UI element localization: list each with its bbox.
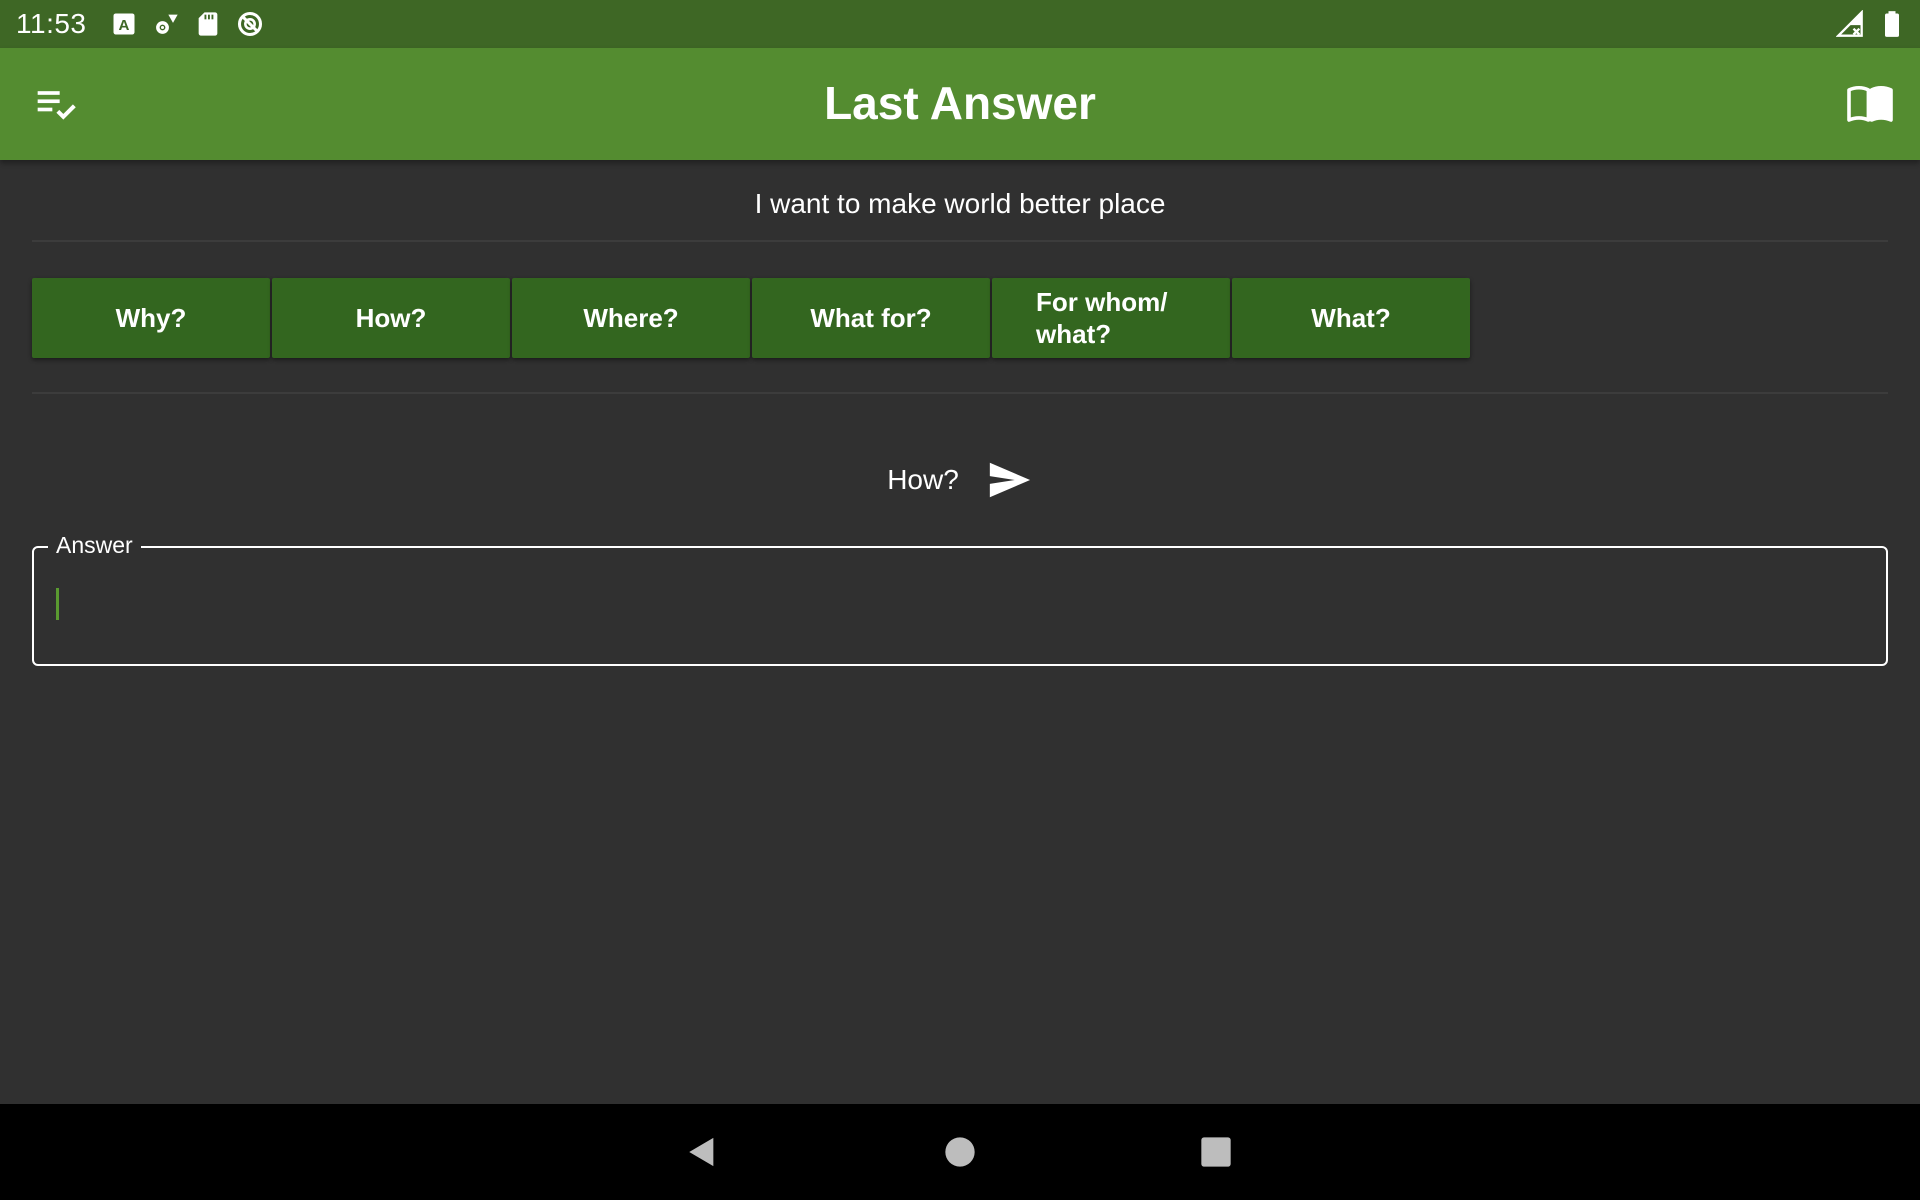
what-for-button[interactable]: What for? bbox=[752, 278, 990, 358]
send-icon bbox=[989, 462, 1030, 498]
text-caret bbox=[56, 588, 59, 620]
recent-apps-button[interactable] bbox=[1192, 1128, 1240, 1176]
why-button-label: Why? bbox=[115, 303, 187, 333]
wifi-settings-icon bbox=[156, 14, 178, 34]
what-for-button-label: What for? bbox=[810, 303, 932, 333]
for-whom-button[interactable]: For whom/ what? bbox=[992, 278, 1230, 358]
statement-text: I want to make world better place bbox=[754, 188, 1166, 219]
why-button[interactable]: Why? bbox=[32, 278, 270, 358]
divider bbox=[32, 392, 1888, 394]
status-time: 11:53 bbox=[16, 8, 87, 39]
home-button[interactable] bbox=[936, 1128, 984, 1176]
for-whom-button-label: For whom/ what? bbox=[1036, 287, 1168, 349]
book-open-icon bbox=[1847, 85, 1893, 122]
home-icon bbox=[945, 1137, 975, 1167]
back-button[interactable] bbox=[678, 1128, 726, 1176]
sync-off-icon bbox=[237, 11, 263, 37]
book-button[interactable] bbox=[1844, 78, 1896, 130]
battery-icon bbox=[1885, 11, 1899, 37]
question-button-row: Why? How? Where? What for? For whom/ wha… bbox=[32, 278, 1472, 358]
what-button-label: What? bbox=[1311, 303, 1391, 333]
back-icon bbox=[689, 1137, 714, 1167]
font-a-icon: A bbox=[113, 13, 135, 35]
app-bar: Last Answer bbox=[0, 48, 1920, 160]
recent-apps-icon bbox=[1201, 1137, 1231, 1167]
answer-field: Answer bbox=[32, 532, 1888, 666]
divider bbox=[32, 240, 1888, 242]
send-button[interactable] bbox=[985, 456, 1033, 504]
status-icons-left: A bbox=[110, 10, 264, 38]
answer-label: Answer bbox=[48, 532, 141, 559]
page-title: Last Answer bbox=[824, 77, 1096, 129]
where-button[interactable]: Where? bbox=[512, 278, 750, 358]
what-button[interactable]: What? bbox=[1232, 278, 1470, 358]
status-icons-right bbox=[1836, 10, 1906, 38]
how-button-label: How? bbox=[355, 303, 427, 333]
where-button-label: Where? bbox=[583, 303, 679, 333]
sd-card-icon bbox=[198, 12, 218, 36]
current-question: How? bbox=[0, 456, 1920, 504]
svg-text:A: A bbox=[119, 17, 130, 34]
navigation-bar bbox=[0, 1104, 1920, 1200]
no-signal-icon bbox=[1836, 10, 1863, 37]
answer-input[interactable] bbox=[54, 578, 1858, 630]
current-question-label: How? bbox=[887, 464, 959, 495]
how-button[interactable]: How? bbox=[272, 278, 510, 358]
status-bar: 11:53 A bbox=[0, 0, 1920, 48]
